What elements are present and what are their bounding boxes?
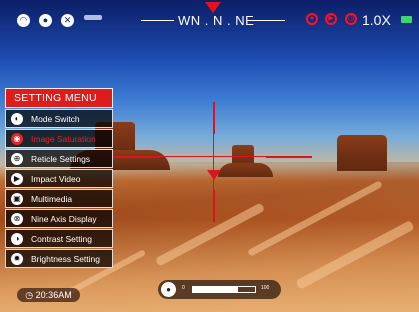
mode-switch-icon: ◐ [11, 113, 23, 125]
menu-item-label: Mode Switch [31, 114, 80, 124]
menu-item-label: Image Saturation [31, 134, 96, 144]
menu-item-label: Contrast Setting [31, 234, 92, 244]
menu-item-label: Reticle Settings [31, 154, 91, 164]
volume-max-label: 100 [261, 285, 270, 291]
reticle-vertical-bottom [213, 190, 215, 222]
volume-fill [193, 287, 238, 292]
reticle-vertical-top [213, 102, 215, 134]
reticle-vertical-center [213, 134, 214, 190]
clock-icon: ◷ [25, 290, 34, 300]
camera-mode-icon[interactable]: ● [39, 14, 52, 27]
compass-line-left [141, 20, 174, 21]
menu-item-label: Impact Video [31, 174, 81, 184]
volume-min-label: 0 [182, 285, 185, 291]
menu-item-mode-switch[interactable]: ◐ Mode Switch [5, 109, 113, 128]
clock-time: 20:36AM [35, 290, 72, 300]
menu-item-label: Nine Axis Display [31, 214, 97, 224]
menu-item-label: Brightness Setting [31, 254, 100, 264]
menu-item-nine-axis-display[interactable]: ⊗ Nine Axis Display [5, 209, 113, 228]
record-icon[interactable]: ● [306, 13, 318, 25]
menu-item-label: Multimedia [31, 194, 73, 204]
multimedia-icon: ▣ [11, 193, 23, 205]
clock-display: ◷ 20:36AM [17, 288, 80, 302]
brightness-icon: ✹ [11, 253, 23, 265]
microphone-icon[interactable]: ● [161, 282, 176, 297]
battery-icon [401, 16, 412, 23]
top-status-bar: ◠ ● ✕ WN . N . NE ● ▶ ◷ 1.0X [0, 0, 419, 40]
menu-title: SETTING MENU [5, 88, 113, 108]
close-circle-icon[interactable]: ✕ [61, 14, 74, 27]
impact-video-icon: ▶ [11, 173, 23, 185]
contrast-icon: ◑ [11, 233, 23, 245]
menu-item-brightness-setting[interactable]: ✹ Brightness Setting [5, 249, 113, 268]
reticle-icon: ⊕ [11, 153, 23, 165]
menu-item-multimedia[interactable]: ▣ Multimedia [5, 189, 113, 208]
wifi-icon[interactable]: ◠ [17, 14, 30, 27]
menu-item-contrast-setting[interactable]: ◑ Contrast Setting [5, 229, 113, 248]
menu-item-image-saturation[interactable]: ◉ Image Saturation [5, 129, 113, 148]
menu-item-reticle-settings[interactable]: ⊕ Reticle Settings [5, 149, 113, 168]
alarm-icon[interactable]: ◷ [345, 13, 357, 25]
menu-item-impact-video[interactable]: ▶ Impact Video [5, 169, 113, 188]
compass-line-right [251, 20, 285, 21]
volume-slider[interactable] [192, 286, 256, 293]
saturation-icon: ◉ [11, 133, 23, 145]
video-icon[interactable]: ▶ [325, 13, 337, 25]
setting-menu: SETTING MENU ◐ Mode Switch ◉ Image Saturati… [5, 88, 113, 268]
zoom-level: 1.0X [362, 12, 391, 28]
reticle-horizontal-right [266, 156, 312, 158]
reticle-marker-icon [207, 170, 221, 180]
reticle-horizontal-left [113, 156, 160, 158]
compass-heading: WN . N . NE [178, 13, 255, 28]
nine-axis-icon: ⊗ [11, 213, 23, 225]
compass-marker-icon [205, 2, 221, 13]
signal-bar-icon [84, 15, 102, 20]
